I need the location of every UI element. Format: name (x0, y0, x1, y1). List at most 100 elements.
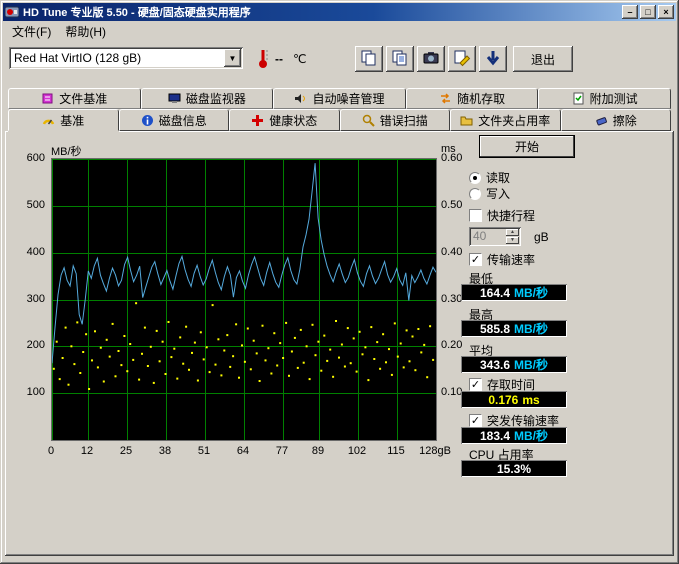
x-tick: 12 (69, 445, 105, 457)
short-stroke-size-stepper[interactable]: 40 ▲ ▼ (469, 227, 521, 246)
exit-button[interactable]: 退出 (513, 46, 573, 72)
titlebar[interactable]: HD Tune 专业版 5.50 - 硬盘/固态硬盘实用程序 – □ × (3, 3, 676, 21)
burst-rate-checkbox[interactable]: ✓ (469, 414, 482, 427)
tab-benchmark[interactable]: 基准 (8, 109, 119, 131)
radio-read[interactable]: 读取 (469, 169, 510, 186)
save-image-icon (453, 49, 471, 70)
transfer-rate-checkbox[interactable]: ✓ (469, 253, 482, 266)
export-button[interactable] (479, 46, 507, 72)
short-stroke-checkbox[interactable]: ✓ (469, 209, 482, 222)
tab-health[interactable]: 健康状态 (229, 109, 340, 131)
copy-icon (360, 49, 378, 70)
short-stroke-size-row: 40 ▲ ▼ gB (469, 227, 549, 246)
drive-select[interactable]: Red Hat VirtIO (128 gB) ▼ (9, 47, 243, 69)
tab-disk-monitor[interactable]: 磁盘监视器 (141, 88, 274, 109)
spinner-down-icon[interactable]: ▼ (506, 237, 519, 244)
tab-folder-usage[interactable]: 文件夹占用率 (450, 109, 561, 131)
drive-select-value: Red Hat VirtIO (128 gB) (9, 51, 224, 65)
min-value-box: 164.4 MB/秒 (461, 284, 567, 301)
menu-help[interactable]: 帮助(H) (58, 21, 113, 42)
file-benchmark-icon (41, 92, 54, 105)
tab-label: 基准 (60, 112, 84, 129)
avg-value-box: 343.6 MB/秒 (461, 356, 567, 373)
max-value: 585.8 (480, 322, 510, 336)
tab-label: 随机存取 (457, 90, 505, 107)
extra-tests-icon (572, 92, 585, 105)
radio-write-label: 写入 (486, 185, 510, 202)
tab-extra-tests[interactable]: 附加测试 (538, 88, 671, 109)
benchmark-chart: MB/秒 ms 1002003004005006000.100.200.300.… (7, 133, 463, 478)
radio-write-indicator[interactable] (469, 188, 481, 200)
tab-file-benchmark[interactable]: 文件基准 (8, 88, 141, 109)
benchmark-controls: 开始 读取 写入 ✓ 快捷行程 40 ▲ ▼ gB ✓ 传输速率 (455, 133, 673, 478)
short-stroke-size-value: 40 (473, 229, 486, 243)
x-tick: 77 (264, 445, 300, 457)
tab-aam[interactable]: 自动噪音管理 (273, 88, 406, 109)
transfer-rate-label: 传输速率 (487, 251, 535, 268)
x-tick: 51 (186, 445, 222, 457)
avg-unit: MB/秒 (514, 356, 548, 373)
chart-plot-area (51, 158, 437, 441)
y-left-tick: 600 (7, 152, 45, 164)
copy-text-button[interactable] (386, 46, 414, 72)
export-icon (484, 49, 502, 70)
save-image-button[interactable] (448, 46, 476, 72)
tab-error-scan[interactable]: 错误扫描 (340, 109, 451, 131)
tab-label: 附加测试 (590, 90, 638, 107)
cpu-usage-value-box: 15.3% (461, 460, 567, 477)
y-axis-unit-left: MB/秒 (51, 143, 82, 159)
x-tick: 38 (147, 445, 183, 457)
window-title: HD Tune 专业版 5.50 - 硬盘/固态硬盘实用程序 (23, 4, 622, 20)
copy-button[interactable] (355, 46, 383, 72)
max-unit: MB/秒 (514, 320, 548, 337)
tab-row-primary: 基准 磁盘信息 健康状态 错误扫描 文件夹占用率 擦除 (8, 109, 671, 131)
screenshot-button[interactable] (417, 46, 445, 72)
x-tick: 89 (300, 445, 336, 457)
short-stroke-label: 快捷行程 (487, 207, 535, 224)
short-stroke-unit: gB (534, 230, 549, 244)
radio-read-indicator[interactable] (469, 172, 481, 184)
y-left-tick: 300 (7, 293, 45, 305)
error-scan-icon (362, 114, 375, 127)
info-icon (141, 114, 154, 127)
menubar: 文件(F) 帮助(H) (3, 22, 676, 41)
burst-rate-value-box: 183.4 MB/秒 (461, 427, 567, 444)
disk-monitor-icon (168, 92, 181, 105)
access-time-unit: ms (522, 393, 539, 407)
checkbox-transfer-rate[interactable]: ✓ 传输速率 (469, 251, 535, 268)
tab-label: 错误扫描 (380, 112, 428, 129)
access-time-checkbox[interactable]: ✓ (469, 378, 482, 391)
checkbox-short-stroke[interactable]: ✓ 快捷行程 (469, 207, 535, 224)
health-cross-icon (251, 114, 264, 127)
close-button[interactable]: × (658, 5, 674, 19)
tab-erase[interactable]: 擦除 (561, 109, 672, 131)
chart-canvas (52, 159, 436, 440)
y-left-tick: 100 (7, 386, 45, 398)
access-time-value: 0.176 (488, 393, 518, 407)
app-icon (5, 5, 19, 19)
tab-label: 磁盘监视器 (186, 90, 246, 107)
tab-random-access[interactable]: 随机存取 (406, 88, 539, 109)
tab-label: 磁盘信息 (159, 112, 207, 129)
thermometer-icon (257, 47, 269, 72)
copy-text-icon (391, 49, 409, 70)
minimize-button[interactable]: – (622, 5, 638, 19)
spinner-up-icon[interactable]: ▲ (506, 229, 519, 236)
x-tick: 102 (339, 445, 375, 457)
menu-file[interactable]: 文件(F) (5, 21, 58, 42)
avg-value: 343.6 (480, 358, 510, 372)
x-tick: 115 (378, 445, 414, 457)
y-left-tick: 200 (7, 339, 45, 351)
folder-usage-icon (460, 114, 473, 127)
radio-write[interactable]: 写入 (469, 185, 510, 202)
tab-label: 自动噪音管理 (312, 90, 384, 107)
erase-icon (595, 114, 608, 127)
benchmark-gauge-icon (42, 114, 55, 127)
start-button[interactable]: 开始 (479, 135, 575, 158)
radio-read-label: 读取 (486, 169, 510, 186)
x-tick: 25 (108, 445, 144, 457)
random-access-icon (439, 92, 452, 105)
tab-disk-info[interactable]: 磁盘信息 (119, 109, 230, 131)
maximize-button[interactable]: □ (640, 5, 656, 19)
chevron-down-icon[interactable]: ▼ (224, 49, 241, 67)
